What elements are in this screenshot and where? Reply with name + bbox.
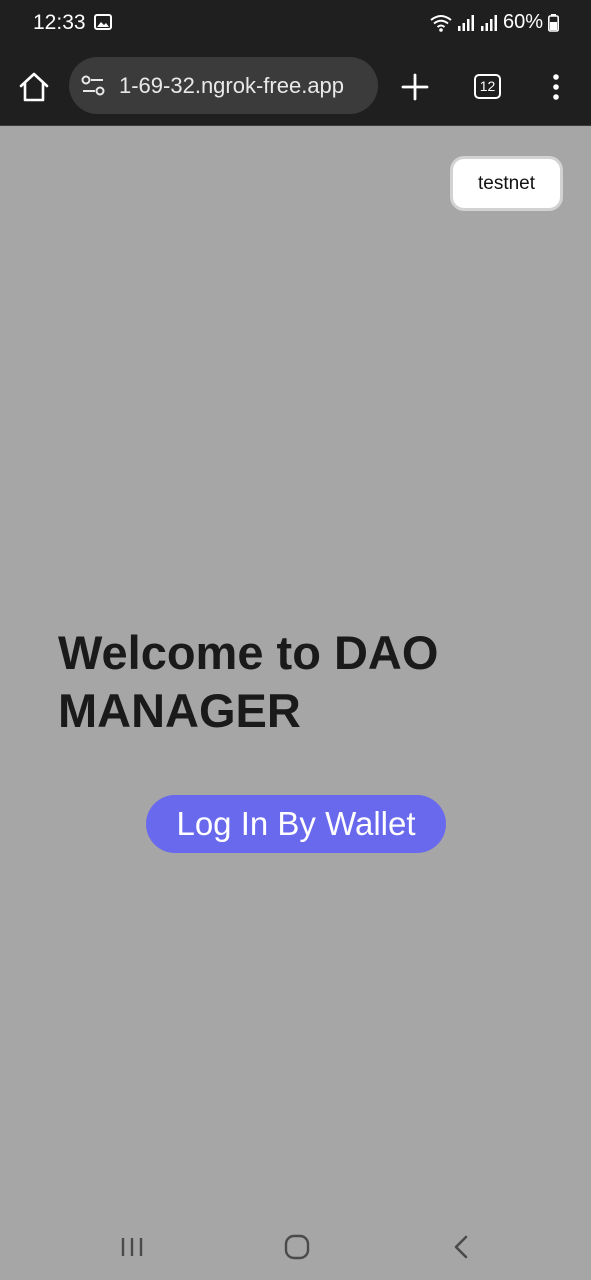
more-vert-icon[interactable] xyxy=(548,73,564,101)
address-bar[interactable]: 1-69-32.ngrok-free.app xyxy=(69,57,378,114)
network-label: testnet xyxy=(477,172,536,194)
battery-icon xyxy=(548,13,559,32)
image-notification-icon xyxy=(94,14,112,30)
site-settings-icon[interactable] xyxy=(81,75,105,97)
tabs-button[interactable]: 12 xyxy=(474,74,501,99)
url-text: 1-69-32.ngrok-free.app xyxy=(119,73,345,98)
login-button-label: Log In By Wallet xyxy=(176,805,416,842)
network-selector[interactable]: testnet xyxy=(450,156,563,211)
status-icons: 60% xyxy=(430,11,559,34)
signal-icon xyxy=(457,14,474,31)
signal-icon xyxy=(480,14,497,31)
battery-percent: 60% xyxy=(502,11,543,33)
status-bar: 12:33 60% xyxy=(0,0,591,48)
wifi-icon xyxy=(430,14,452,32)
back-icon[interactable] xyxy=(453,1235,469,1259)
login-wallet-button[interactable]: Log In By Wallet xyxy=(146,795,446,853)
status-time: 12:33 xyxy=(33,11,86,34)
plus-icon[interactable] xyxy=(401,73,429,101)
home-circle-icon[interactable] xyxy=(284,1234,310,1260)
browser-toolbar: 1-69-32.ngrok-free.app 12 xyxy=(0,48,591,126)
home-icon[interactable] xyxy=(17,71,51,103)
tab-count: 12 xyxy=(479,78,496,94)
url-fade xyxy=(113,57,121,114)
page-title: Welcome to DAO MANAGER xyxy=(58,626,439,737)
recent-apps-icon[interactable] xyxy=(120,1236,144,1258)
